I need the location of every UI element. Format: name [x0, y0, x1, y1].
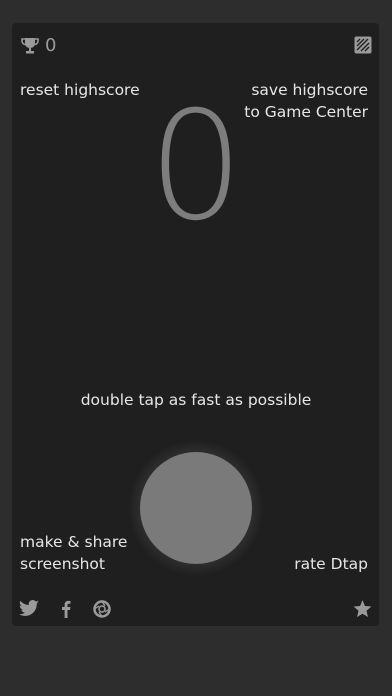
rate-button[interactable]: rate Dtap — [248, 553, 368, 575]
facebook-svg — [62, 600, 71, 618]
camera-svg — [93, 600, 111, 618]
trophy-icon[interactable] — [20, 36, 40, 56]
camera-icon[interactable] — [93, 600, 111, 618]
facebook-icon[interactable] — [61, 600, 71, 618]
tap-button[interactable] — [140, 452, 252, 564]
share-screenshot-button[interactable]: make & share screenshot — [20, 531, 127, 575]
instruction-text: double tap as fast as possible — [80, 391, 312, 409]
game-center-icon[interactable] — [354, 36, 372, 54]
current-score: 0 — [148, 80, 244, 254]
highscore-value: 0 — [45, 35, 57, 56]
star-svg — [353, 600, 372, 618]
twitter-icon[interactable] — [18, 600, 40, 618]
trophy-svg — [21, 38, 39, 54]
star-icon[interactable] — [353, 600, 372, 618]
twitter-svg — [19, 600, 39, 616]
game-center-svg — [354, 36, 372, 54]
